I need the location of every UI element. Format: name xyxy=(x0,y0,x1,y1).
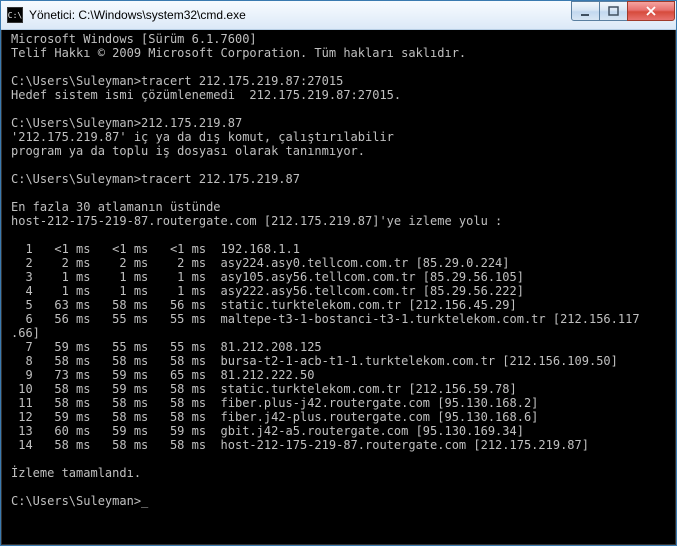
close-button[interactable] xyxy=(627,1,675,21)
minimize-button[interactable] xyxy=(571,1,600,21)
window-controls xyxy=(572,1,675,21)
console-output[interactable]: Microsoft Windows [Sürüm 6.1.7600] Telif… xyxy=(8,30,669,538)
maximize-button[interactable] xyxy=(599,1,628,21)
cmd-icon: C:\ xyxy=(7,7,23,23)
cmd-window: C:\ Yönetici: C:\Windows\system32\cmd.ex… xyxy=(0,0,677,546)
window-title: Yönetici: C:\Windows\system32\cmd.exe xyxy=(29,8,572,22)
titlebar[interactable]: C:\ Yönetici: C:\Windows\system32\cmd.ex… xyxy=(1,1,676,30)
